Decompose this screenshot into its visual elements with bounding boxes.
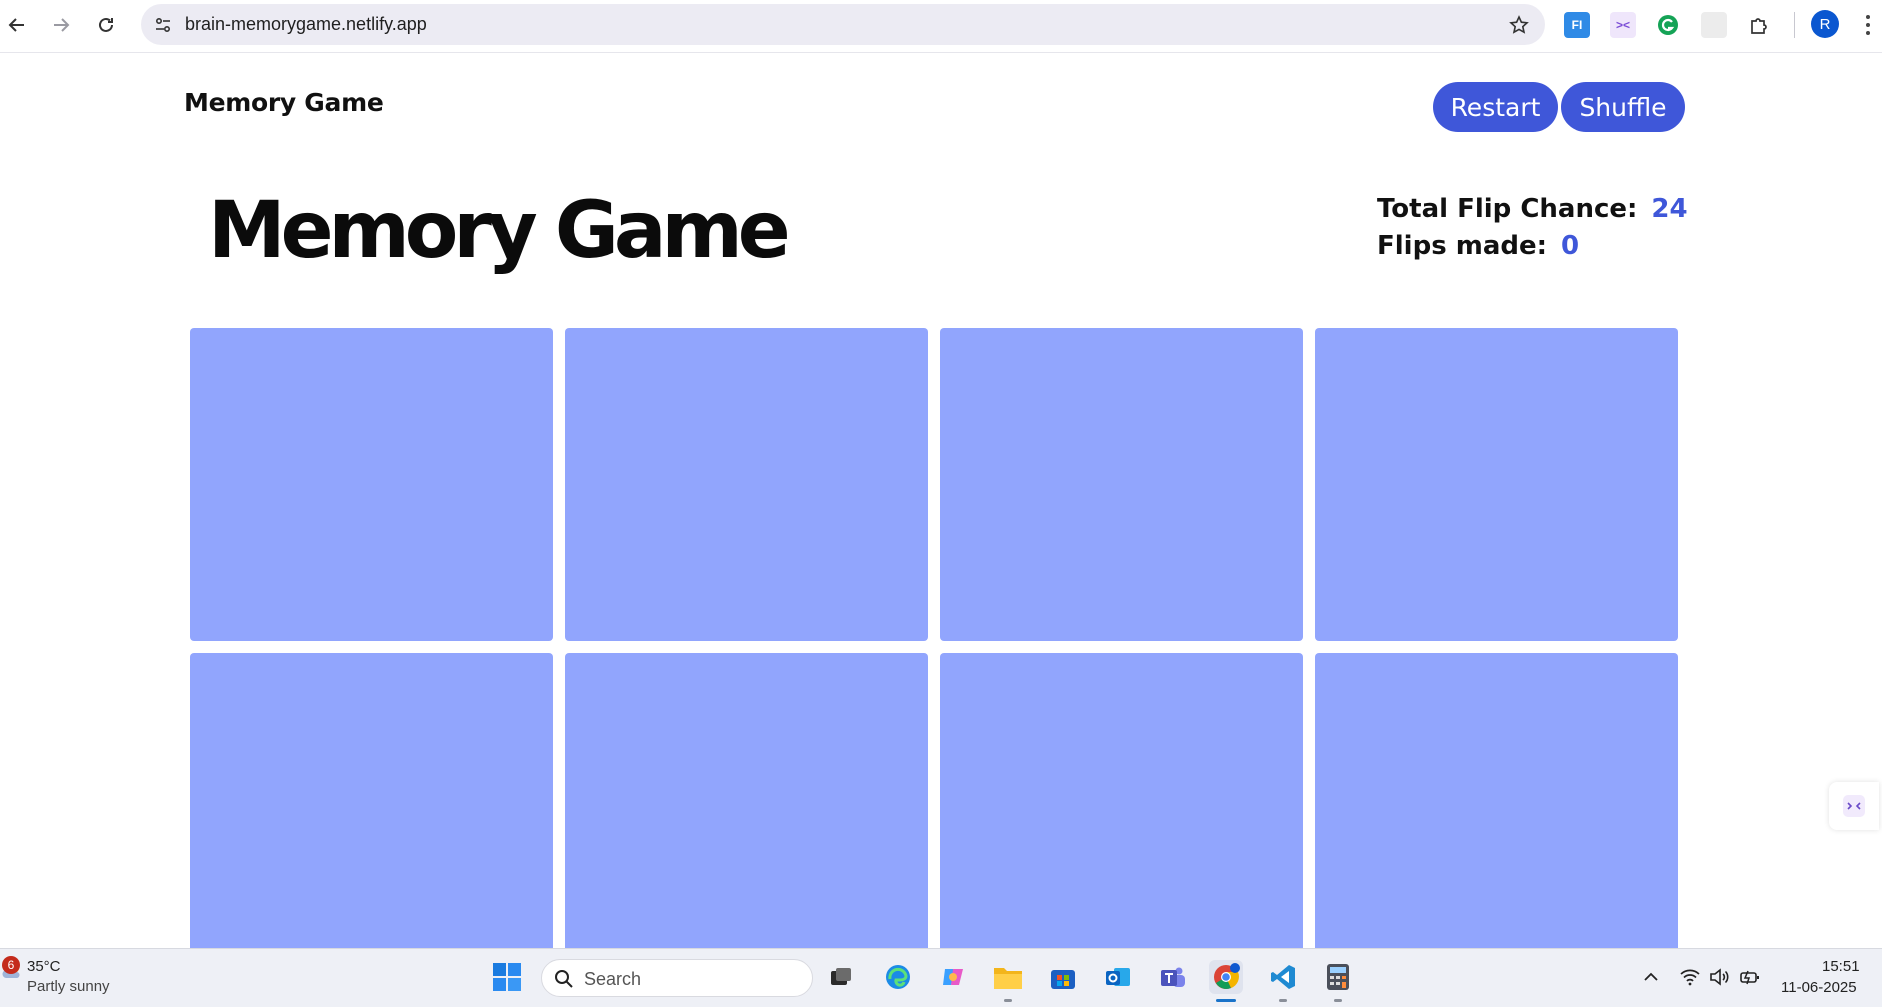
microsoft-store-icon[interactable]	[1046, 960, 1080, 994]
grammarly-extension-icon[interactable]	[1655, 12, 1681, 38]
file-explorer-icon[interactable]	[991, 960, 1025, 994]
page-title: Memory Game	[208, 186, 791, 276]
clock-time[interactable]: 15:51	[1822, 958, 1860, 975]
page-content: Memory Game Restart Shuffle Memory Game …	[0, 54, 1882, 948]
vscode-icon[interactable]	[1266, 960, 1300, 994]
volume-icon[interactable]	[1709, 966, 1731, 988]
clock-date[interactable]: 11-06-2025	[1781, 979, 1857, 996]
forward-icon[interactable]	[48, 12, 74, 38]
weather-desc[interactable]: Partly sunny	[27, 978, 110, 995]
search-icon	[555, 970, 573, 988]
chevron-up-icon[interactable]	[1640, 966, 1662, 988]
address-bar[interactable]: brain-memorygame.netlify.app	[141, 4, 1545, 45]
outlook-icon[interactable]	[1101, 960, 1135, 994]
total-flip-value: 24	[1651, 193, 1688, 224]
running-indicator	[1279, 999, 1287, 1002]
memory-card[interactable]	[565, 653, 928, 948]
memory-card[interactable]	[1315, 328, 1678, 641]
fi-extension-icon[interactable]: FI	[1564, 12, 1590, 38]
running-indicator	[1334, 999, 1342, 1002]
taskbar-search[interactable]: Search	[541, 959, 813, 997]
restart-button[interactable]: Restart	[1433, 82, 1558, 132]
browser-menu-icon[interactable]	[1862, 12, 1874, 38]
flips-made-value: 0	[1561, 230, 1580, 261]
chrome-icon[interactable]	[1209, 960, 1243, 994]
puzzle-extensions-icon[interactable]	[1746, 12, 1772, 38]
task-view-icon[interactable]	[824, 960, 858, 994]
memory-card[interactable]	[565, 328, 928, 641]
total-flip-label: Total Flip Chance:	[1377, 193, 1638, 224]
browser-toolbar: brain-memorygame.netlify.app FI >< R	[0, 0, 1882, 53]
teams-icon[interactable]	[1156, 960, 1190, 994]
toolbar-divider	[1794, 12, 1795, 38]
stats-panel: Total Flip Chance: 24 Flips made: 0	[1377, 190, 1688, 264]
profile-avatar[interactable]: R	[1811, 10, 1839, 38]
running-indicator	[1004, 999, 1012, 1002]
back-icon[interactable]	[4, 12, 30, 38]
flips-made-label: Flips made:	[1377, 230, 1548, 261]
weather-temp[interactable]: 35°C	[27, 958, 61, 975]
shuffle-button[interactable]: Shuffle	[1561, 82, 1685, 132]
url-text[interactable]: brain-memorygame.netlify.app	[185, 14, 427, 35]
memory-card[interactable]	[1315, 653, 1678, 948]
memory-card[interactable]	[190, 653, 553, 948]
wifi-icon[interactable]	[1679, 966, 1701, 988]
active-indicator	[1216, 999, 1236, 1002]
windows-start-icon[interactable]	[490, 960, 524, 994]
memory-card[interactable]	[190, 328, 553, 641]
card-grid	[190, 328, 1678, 948]
memory-card[interactable]	[940, 653, 1303, 948]
monica-sidebar-icon[interactable]	[1829, 782, 1879, 830]
search-placeholder: Search	[584, 969, 642, 989]
copilot-icon[interactable]	[936, 960, 970, 994]
nav-brand[interactable]: Memory Game	[184, 88, 384, 117]
monica-extension-icon[interactable]: ><	[1610, 12, 1636, 38]
memory-card[interactable]	[940, 328, 1303, 641]
reload-icon[interactable]	[93, 12, 119, 38]
blank-extension-icon[interactable]	[1701, 12, 1727, 38]
site-settings-icon[interactable]	[151, 13, 175, 37]
weather-badge: 6	[2, 956, 20, 974]
edge-icon[interactable]	[881, 960, 915, 994]
calculator-icon[interactable]	[1321, 960, 1355, 994]
battery-icon[interactable]	[1739, 966, 1761, 988]
bookmark-star-icon[interactable]	[1507, 13, 1531, 37]
